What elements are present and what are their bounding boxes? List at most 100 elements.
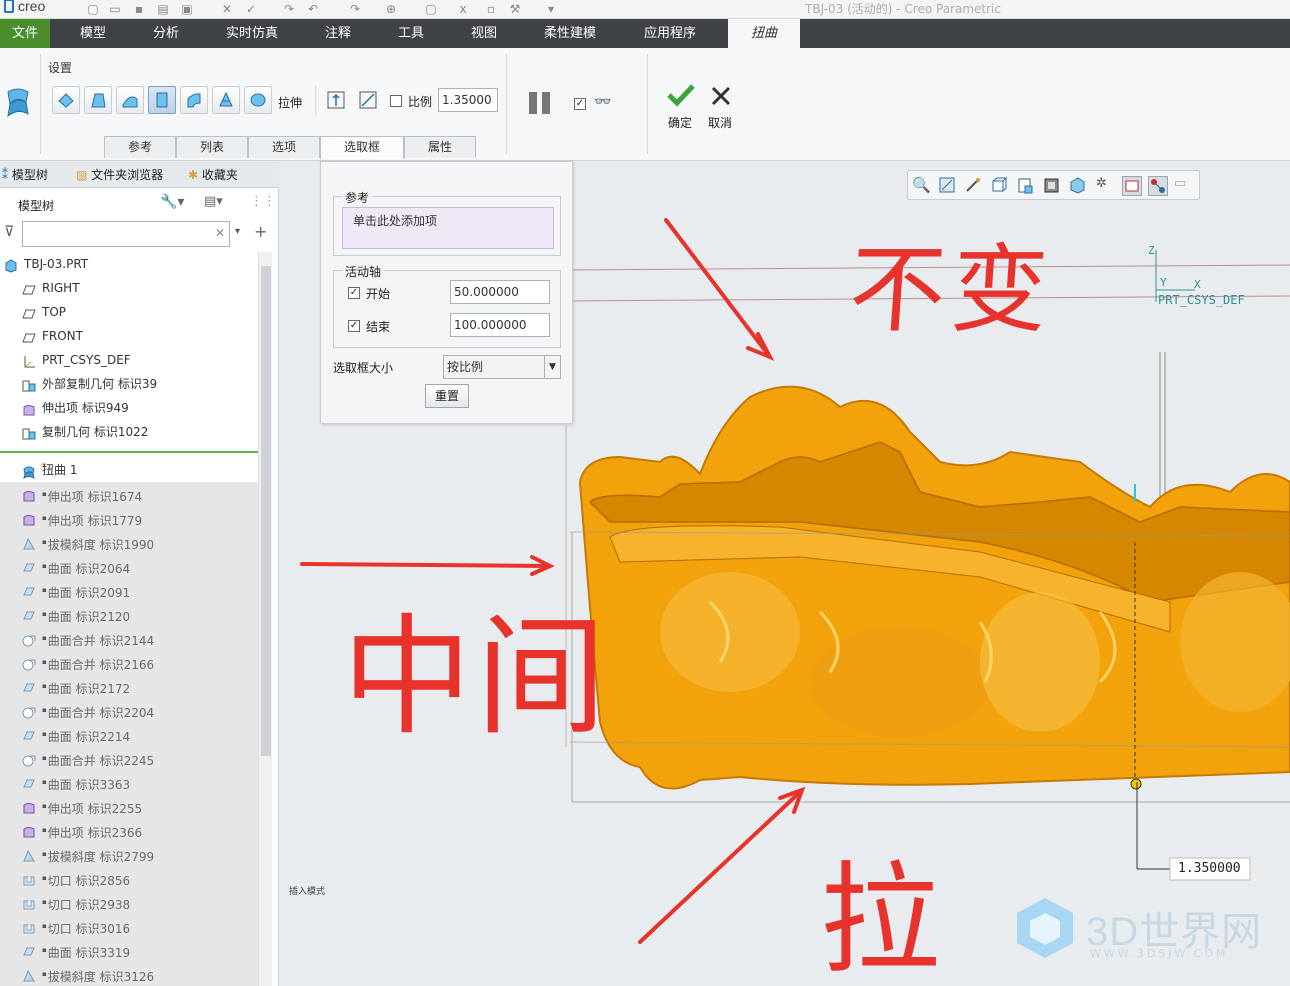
subtab-references[interactable]: 参考 <box>104 136 176 158</box>
tree-item[interactable]: 复制几何 标识1022 <box>0 420 258 444</box>
start-input[interactable]: 50.000000 <box>450 280 550 304</box>
datum-display-icon[interactable]: ✲ <box>1096 176 1116 196</box>
tree-item[interactable]: 伸出项 标识1779 <box>0 506 258 530</box>
marquee-size-select[interactable]: 按比例 ▼ <box>443 355 561 379</box>
new-file-icon[interactable]: ▢ <box>86 2 100 16</box>
glasses-preview-icon[interactable]: 👓 <box>594 94 611 110</box>
tools-icon[interactable]: ⚒ <box>508 2 522 16</box>
regenerate-icon[interactable]: ✓ <box>244 2 258 16</box>
tab-warp[interactable]: 扭曲 <box>728 19 800 48</box>
stretch-button[interactable] <box>148 86 176 114</box>
tree-item[interactable]: 伸出项 标识949 <box>0 396 258 420</box>
clear-filter-icon[interactable]: ✕ <box>215 226 225 240</box>
tree-item[interactable]: 伸出项 标识1674 <box>0 482 258 506</box>
tree-item[interactable]: 外部复制几何 标识39 <box>0 372 258 396</box>
sculpt-button[interactable] <box>244 86 272 114</box>
zoom-in-icon[interactable]: 🔍 <box>912 176 932 196</box>
reset-button[interactable]: 重置 <box>425 384 469 408</box>
tree-item[interactable]: 曲面合并 标识2166 <box>0 650 258 674</box>
undo-icon[interactable]: ↶ <box>306 2 320 16</box>
bend-button[interactable] <box>180 86 208 114</box>
tree-item[interactable]: 曲面 标识2120 <box>0 602 258 626</box>
qa-dropdown-icon[interactable]: ▾ <box>544 2 558 16</box>
tree-item[interactable]: 曲面合并 标识2144 <box>0 626 258 650</box>
tree-item[interactable]: 曲面合并 标识2245 <box>0 746 258 770</box>
end-checkbox[interactable]: ✓ <box>348 320 360 332</box>
tree-scrollbar[interactable] <box>258 252 272 986</box>
refit-icon[interactable] <box>964 176 984 196</box>
filter-dropdown-icon[interactable]: ▾ <box>235 226 240 237</box>
tab-folder-browser[interactable]: ▨ 文件夹浏览器 <box>76 166 163 183</box>
saved-views-icon[interactable] <box>1016 176 1036 196</box>
start-checkbox[interactable]: ✓ <box>348 287 360 299</box>
tree-item[interactable]: 拔模斜度 标识1990 <box>0 530 258 554</box>
tree-item[interactable]: 曲面 标识3363 <box>0 770 258 794</box>
tree-item[interactable]: 曲面 标识3319 <box>0 938 258 962</box>
tab-applications[interactable]: 应用程序 <box>630 19 710 48</box>
cancel-x-icon[interactable] <box>710 86 732 106</box>
tree-item[interactable]: 拔模斜度 标识2799 <box>0 842 258 866</box>
perspective-icon[interactable] <box>1068 176 1088 196</box>
pause-icon[interactable] <box>529 92 537 114</box>
tree-show-icon[interactable]: ▤▾ <box>204 194 223 209</box>
display-style-icon[interactable] <box>1042 176 1062 196</box>
tab-tools[interactable]: 工具 <box>378 19 444 48</box>
tree-item[interactable]: 伸出项 标识2255 <box>0 794 258 818</box>
windows-icon[interactable]: ▣ <box>180 2 194 16</box>
tree-item[interactable]: TBJ-03.PRT <box>0 252 258 276</box>
tab-live-simulation[interactable]: 实时仿真 <box>212 19 292 48</box>
tree-item[interactable]: 曲面 标识2214 <box>0 722 258 746</box>
spin-center-icon[interactable] <box>1148 176 1168 196</box>
close-x-icon[interactable]: x <box>456 2 470 16</box>
tree-filter-input[interactable] <box>22 221 230 247</box>
tree-settings-icon[interactable]: 🔧▾ <box>160 194 184 210</box>
tree-item[interactable]: 曲面 标识2091 <box>0 578 258 602</box>
stretch-direction-button[interactable] <box>354 86 382 114</box>
transform-button[interactable] <box>52 86 80 114</box>
select-icon[interactable]: ⊕ <box>384 2 398 16</box>
preview-checkbox[interactable]: ✓ <box>574 98 586 110</box>
cancel-label[interactable]: 取消 <box>708 114 732 131</box>
tree-item[interactable]: RIGHT <box>0 276 258 300</box>
zoom-out-icon[interactable] <box>938 176 958 196</box>
close-window-icon[interactable]: ✕ <box>220 2 234 16</box>
tree-item[interactable]: 伸出项 标识2366 <box>0 818 258 842</box>
redo-icon[interactable]: ↷ <box>282 2 296 16</box>
spine-button[interactable] <box>116 86 144 114</box>
tree-item[interactable]: FRONT <box>0 324 258 348</box>
tree-item[interactable]: ✳ 扭曲 1 <box>0 458 258 482</box>
more-views-icon[interactable]: ▭ <box>1174 176 1194 196</box>
ok-checkmark-icon[interactable] <box>666 82 696 108</box>
tab-model[interactable]: 模型 <box>60 19 126 48</box>
open-file-icon[interactable]: ▭ <box>108 2 122 16</box>
tab-flexible-modeling[interactable]: 柔性建模 <box>530 19 610 48</box>
ratio-checkbox[interactable] <box>390 95 402 107</box>
tree-columns-icon[interactable]: ⋮⋮ <box>250 194 276 209</box>
annotation-display-icon[interactable] <box>1122 176 1142 196</box>
ratio-input[interactable]: 1.35000 <box>438 88 498 112</box>
warp-button[interactable] <box>84 86 112 114</box>
end-input[interactable]: 100.000000 <box>450 313 550 337</box>
tree-scroll-thumb[interactable] <box>261 266 271 756</box>
tab-annotate[interactable]: 注释 <box>306 19 370 48</box>
tree-item[interactable]: 切口 标识2856 <box>0 866 258 890</box>
change-direction-button[interactable] <box>322 86 350 114</box>
tab-favorites[interactable]: ✱ 收藏夹 <box>188 166 238 183</box>
add-filter-icon[interactable]: + <box>254 222 267 241</box>
tab-analysis[interactable]: 分析 <box>134 19 198 48</box>
tree-item[interactable]: PRT_CSYS_DEF <box>0 348 258 372</box>
ok-label[interactable]: 确定 <box>668 114 692 131</box>
subtab-options[interactable]: 选项 <box>248 136 320 158</box>
tree-item[interactable]: 切口 标识3016 <box>0 914 258 938</box>
tree-item[interactable]: 曲面 标识2172 <box>0 674 258 698</box>
reference-collector[interactable]: 单击此处添加项 <box>342 207 554 249</box>
subtab-properties[interactable]: 属性 <box>404 136 476 158</box>
save-icon[interactable]: ▪ <box>132 2 146 16</box>
tree-item[interactable]: 曲面 标识2064 <box>0 554 258 578</box>
subtab-marquee[interactable]: 选取框 <box>320 136 404 159</box>
tab-model-tree[interactable]: ⁑ 模型树 <box>2 166 48 183</box>
tree-item[interactable]: 拔模斜度 标识3126 <box>0 962 258 986</box>
redo2-icon[interactable]: ↷ <box>348 2 362 16</box>
tab-file[interactable]: 文件 <box>0 19 50 48</box>
tab-view[interactable]: 视图 <box>452 19 516 48</box>
